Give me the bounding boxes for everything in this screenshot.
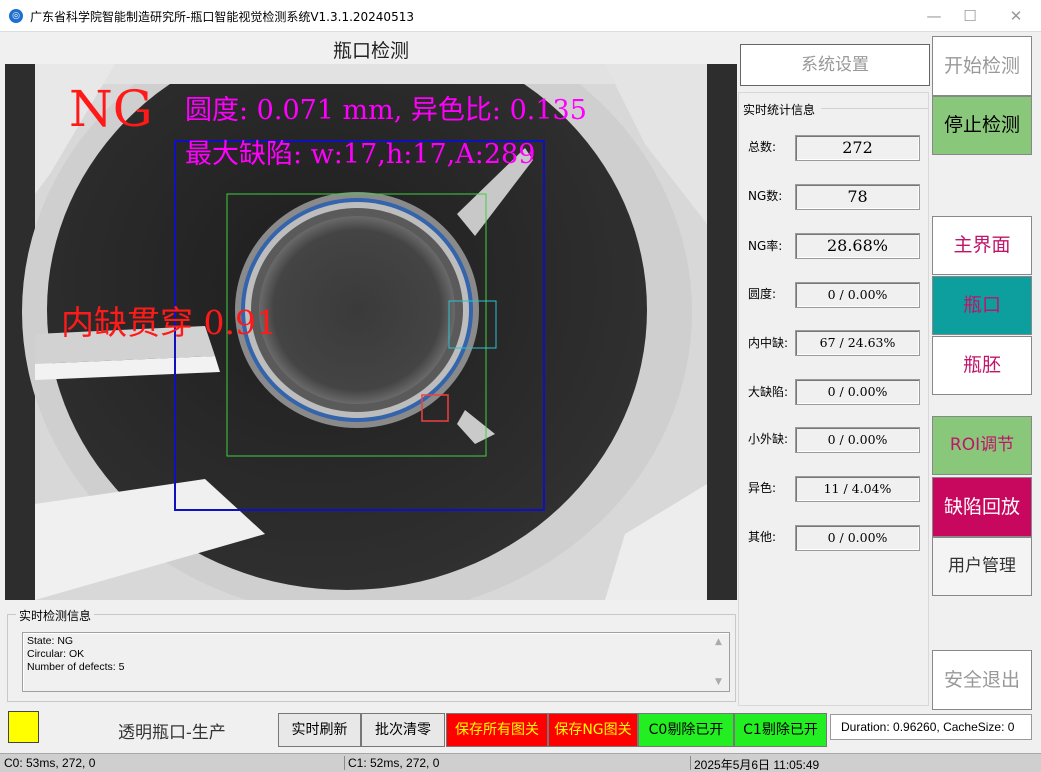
scroll-up-icon[interactable]: ▲ [715,637,722,647]
camera-image: NG 圆度: 0.071 mm, 异色比: 0.135 最大缺陷: w:17,h… [5,64,737,600]
stat-value-total: 272 [795,135,920,161]
bottle-mouth-button[interactable]: 瓶口 [932,276,1032,335]
duration-readout: Duration: 0.96260, CacheSize: 0 [830,714,1032,740]
stat-label-large-defect: 大缺陷: [748,385,789,399]
stat-value-large-defect: 0 / 0.00% [795,379,920,405]
status-bar: C0: 53ms, 272, 0 C1: 52ms, 272, 0 2025年5… [0,753,1041,772]
result-ng-label: NG [69,80,153,138]
stat-label-discolor: 异色: [748,481,777,495]
stat-label-total: 总数: [748,140,777,154]
maximize-icon[interactable]: ☐ [958,6,982,26]
stat-value-roundness: 0 / 0.00% [795,282,920,308]
realtime-info-legend: 实时检测信息 [16,607,95,624]
scroll-down-icon[interactable]: ▼ [715,677,722,687]
status-indicator [8,711,39,743]
log-line: Circular: OK [27,648,85,660]
bottle-preform-button[interactable]: 瓶胚 [932,336,1032,395]
stat-label-other: 其他: [748,530,777,544]
stats-legend: 实时统计信息 [743,101,818,118]
stat-label-ng-count: NG数: [748,189,783,203]
window-title: 广东省科学院智能制造研究所-瓶口智能视觉检测系统V1.3.1.20240513 [30,10,414,24]
start-detection-button[interactable]: 开始检测 [932,36,1032,96]
app-logo-icon: ◎ [9,9,23,23]
view-title: 瓶口检测 [332,40,409,62]
camera0-status: C0: 53ms, 272, 0 [4,756,96,770]
system-settings-button[interactable]: 系统设置 [740,44,930,86]
roi-adjust-button[interactable]: ROI调节 [932,416,1032,475]
roundness-text: 圆度: 0.071 mm, 异色比: 0.135 [185,95,587,126]
stat-value-ng-rate: 28.68% [795,233,920,259]
close-icon[interactable]: ✕ [1004,6,1028,26]
stat-value-discolor: 11 / 4.04% [795,476,920,502]
main-view-button[interactable]: 主界面 [932,216,1032,275]
user-management-button[interactable]: 用户管理 [932,537,1032,596]
minimize-icon[interactable]: — [922,6,946,26]
stat-value-ng-count: 78 [795,184,920,210]
stat-value-inner-defect: 67 / 24.63% [795,330,920,356]
c1-reject-toggle[interactable]: C1剔除已开 [734,713,827,747]
camera1-status: C1: 52ms, 272, 0 [348,756,440,770]
stat-label-small-outer-defect: 小外缺: [748,432,789,446]
title-bar: ◎ 广东省科学院智能制造研究所-瓶口智能视觉检测系统V1.3.1.2024051… [0,0,1041,32]
safe-exit-button[interactable]: 安全退出 [932,650,1032,710]
stop-detection-button[interactable]: 停止检测 [932,96,1032,155]
max-defect-text: 最大缺陷: w:17,h:17,A:289 [185,139,536,170]
defect-type-text: 内缺贯穿 0.91 [61,303,277,342]
stat-value-other: 0 / 0.00% [795,525,920,551]
save-ng-images-toggle[interactable]: 保存NG图关 [548,713,638,747]
defect-replay-button[interactable]: 缺陷回放 [932,477,1032,537]
stat-value-small-outer-defect: 0 / 0.00% [795,427,920,453]
datetime-status: 2025年5月6日 11:05:49 [694,758,820,772]
stat-label-inner-defect: 内中缺: [748,336,789,350]
c0-reject-toggle[interactable]: C0剔除已开 [638,713,734,747]
mode-label: 透明瓶口-生产 [118,723,226,743]
batch-reset-button[interactable]: 批次清零 [361,713,445,747]
log-line: State: NG [27,635,74,647]
save-all-images-toggle[interactable]: 保存所有图关 [446,713,548,747]
realtime-refresh-button[interactable]: 实时刷新 [278,713,361,747]
stats-panel: 实时统计信息 总数: 272 NG数: 78 NG率: 28.68% 圆度: 0… [738,92,929,706]
log-scrollbar[interactable]: ▲ ▼ [713,635,727,689]
stat-label-roundness: 圆度: [748,287,777,301]
log-line: Number of defects: 5 [27,661,125,673]
detection-log[interactable]: State: NG Circular: OK Number of defects… [22,632,730,692]
stat-label-ng-rate: NG率: [748,239,783,253]
